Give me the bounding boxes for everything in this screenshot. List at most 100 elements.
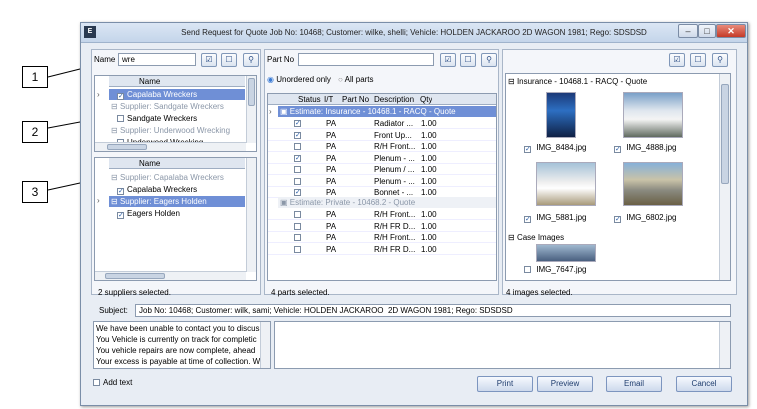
print-button[interactable]: Print xyxy=(477,376,533,392)
add-text-checkbox[interactable]: Add text xyxy=(93,378,132,387)
part-no-input[interactable] xyxy=(298,53,434,66)
find-image-button[interactable]: ⚲ xyxy=(712,53,728,67)
part-it: PA xyxy=(326,142,337,151)
supplier-checkbox[interactable]: ✓ xyxy=(117,188,124,195)
selected-list-hscroll[interactable] xyxy=(95,271,246,280)
check-all-suppliers-button[interactable]: ☑ xyxy=(201,53,217,67)
part-no-column-header[interactable]: Part No xyxy=(342,94,369,105)
part-row[interactable]: PA R/H FR D... 1.00 xyxy=(268,221,496,232)
part-row[interactable]: PA Plenum / ... 1.00 xyxy=(268,164,496,175)
image-thumbnail[interactable] xyxy=(536,244,596,262)
estimate-group-row[interactable]: ▣ Estimate: Insurance - 10468.1 - RACQ -… xyxy=(278,106,496,117)
message-body-textarea[interactable] xyxy=(274,321,731,369)
uncheck-all-images-button[interactable]: ☐ xyxy=(690,53,706,67)
message-list-vscroll[interactable] xyxy=(260,322,270,368)
image-item[interactable]: ✓ IMG_8484.jpg xyxy=(524,142,587,153)
supplier-checkbox[interactable] xyxy=(117,115,124,122)
part-checkbox[interactable]: ✓ xyxy=(294,120,301,127)
part-row[interactable]: PA Plenum - ... 1.00 xyxy=(268,176,496,187)
case-images-group-header[interactable]: ⊟ Case Images xyxy=(508,232,564,243)
supplier-row[interactable]: Sandgate Wreckers xyxy=(109,113,245,124)
image-checkbox[interactable]: ✓ xyxy=(614,146,621,153)
image-item[interactable]: IMG_7647.jpg xyxy=(524,264,587,275)
image-checkbox[interactable] xyxy=(524,266,531,273)
part-checkbox[interactable]: ✓ xyxy=(294,131,301,139)
image-item[interactable]: ✓ IMG_4888.jpg xyxy=(614,142,677,153)
all-parts-radio[interactable]: ○ All parts xyxy=(338,75,374,84)
uncheck-all-suppliers-button[interactable]: ☐ xyxy=(221,53,237,67)
part-checkbox[interactable] xyxy=(294,222,301,230)
part-checkbox[interactable] xyxy=(294,143,301,150)
supplier-row[interactable]: ✓ Capalaba Wreckers xyxy=(109,184,245,195)
supplier-group-row[interactable]: ⊟ Supplier: Sandgate Wreckers xyxy=(109,101,245,112)
part-row[interactable]: PA R/H Front... 1.00 xyxy=(268,232,496,243)
message-template-item[interactable]: You vehicle repairs are now complete, ah… xyxy=(96,345,260,356)
part-checkbox[interactable]: ✓ xyxy=(294,154,301,162)
supplier-checkbox[interactable]: ✓ xyxy=(117,93,124,100)
part-description: R/H Front... xyxy=(374,210,416,219)
find-supplier-button[interactable]: ⚲ xyxy=(243,53,259,67)
email-button[interactable]: Email xyxy=(606,376,662,392)
supplier-group-row[interactable]: ⊟ Supplier: Underwood Wrecking xyxy=(109,125,245,136)
supplier-name-input[interactable] xyxy=(118,53,196,66)
part-checkbox[interactable] xyxy=(294,245,301,253)
supplier-checkbox[interactable]: ✓ xyxy=(117,212,124,219)
message-template-item[interactable]: Your excess is payable at time of collec… xyxy=(96,356,260,367)
name-column-header[interactable]: Name xyxy=(109,76,245,87)
check-all-images-button[interactable]: ☑ xyxy=(669,53,685,67)
cancel-button[interactable]: Cancel xyxy=(676,376,732,392)
supplier-row[interactable]: ✓ Eagers Holden xyxy=(109,208,245,219)
collapse-icon[interactable]: ⊟ xyxy=(111,102,120,111)
part-row[interactable]: PA R/H FR D... 1.00 xyxy=(268,244,496,255)
collapse-icon[interactable]: ⊟ xyxy=(111,126,120,135)
subject-input[interactable] xyxy=(135,304,731,317)
supplier-row[interactable]: ✓ Capalaba Wreckers xyxy=(109,89,245,100)
status-column-header[interactable]: Status xyxy=(298,94,321,105)
message-template-item[interactable]: You Vehicle is currently on track for co… xyxy=(96,334,260,345)
image-item[interactable]: ✓ IMG_6802.jpg xyxy=(614,212,677,223)
it-column-header[interactable]: I/T xyxy=(324,94,333,105)
part-checkbox[interactable] xyxy=(294,211,301,218)
selected-name-column-header[interactable]: Name xyxy=(109,158,245,169)
uncheck-all-parts-button[interactable]: ☐ xyxy=(460,53,476,67)
part-row[interactable]: ✓ PA Plenum - ... 1.00 xyxy=(268,153,496,164)
part-it: PA xyxy=(326,221,337,231)
part-checkbox[interactable]: ✓ xyxy=(294,189,301,196)
find-part-button[interactable]: ⚲ xyxy=(481,53,497,67)
close-button[interactable]: ✕ xyxy=(716,24,746,38)
image-checkbox[interactable]: ✓ xyxy=(524,216,531,223)
preview-button[interactable]: Preview xyxy=(537,376,593,392)
image-thumbnail[interactable] xyxy=(623,92,683,138)
image-checkbox[interactable]: ✓ xyxy=(524,146,531,153)
supplier-group-row[interactable]: ⊟ Supplier: Eagers Holden xyxy=(109,196,245,207)
check-all-parts-button[interactable]: ☑ xyxy=(440,53,456,67)
collapse-icon[interactable]: ⊟ xyxy=(111,173,120,182)
image-thumbnail[interactable] xyxy=(623,162,683,206)
part-checkbox[interactable] xyxy=(294,234,301,241)
image-item[interactable]: ✓ IMG_5881.jpg xyxy=(524,212,587,223)
qty-column-header[interactable]: Qty xyxy=(420,94,432,105)
estimate-group-row[interactable]: ▣ Estimate: Private - 10468.2 - Quote xyxy=(278,197,496,208)
images-group-header[interactable]: ⊟ Insurance - 10468.1 - RACQ - Quote xyxy=(508,76,647,87)
images-vscroll[interactable] xyxy=(719,74,730,280)
unordered-only-radio[interactable]: ◉ Unordered only xyxy=(267,75,331,84)
collapse-icon[interactable]: ⊟ xyxy=(111,197,120,206)
description-column-header[interactable]: Description xyxy=(374,94,414,105)
part-row[interactable]: PA R/H Front... 1.00 xyxy=(268,141,496,152)
selected-list-vscroll[interactable] xyxy=(246,158,256,272)
message-body-vscroll[interactable] xyxy=(719,322,730,368)
image-thumbnail[interactable] xyxy=(536,162,596,206)
supplier-group-row[interactable]: ⊟ Supplier: Capalaba Wreckers xyxy=(109,172,245,183)
supplier-list-vscroll[interactable] xyxy=(246,76,256,143)
supplier-list-hscroll[interactable] xyxy=(95,142,246,151)
part-checkbox[interactable] xyxy=(294,177,301,185)
image-checkbox[interactable]: ✓ xyxy=(614,216,621,223)
maximize-button[interactable]: □ xyxy=(698,24,716,38)
part-row[interactable]: ✓ PA Radiator ... 1.00 xyxy=(268,118,496,129)
part-row[interactable]: PA R/H Front... 1.00 xyxy=(268,209,496,220)
part-checkbox[interactable] xyxy=(294,166,301,173)
part-row[interactable]: ✓ PA Front Up... 1.00 xyxy=(268,130,496,141)
message-template-item[interactable]: We have been unable to contact you to di… xyxy=(96,323,260,334)
minimize-button[interactable]: – xyxy=(678,24,698,38)
image-thumbnail[interactable] xyxy=(546,92,576,138)
